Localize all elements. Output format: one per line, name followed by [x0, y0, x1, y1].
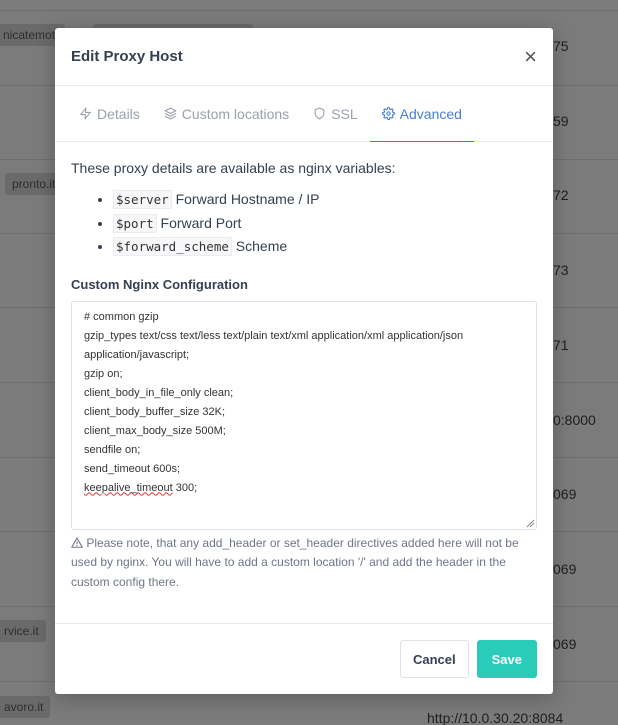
- config-line: sendfile on;: [84, 443, 141, 456]
- variable-code: $server: [113, 190, 172, 209]
- cancel-button[interactable]: Cancel: [399, 640, 469, 678]
- variable-desc: Scheme: [235, 238, 288, 254]
- table-row: [0, 10, 618, 11]
- domain-tag: pronto.it: [5, 173, 63, 195]
- config-line: # common gzip: [84, 310, 159, 323]
- config-line: client_body_buffer_size 32K;: [84, 405, 226, 418]
- tab-advanced[interactable]: Advanced: [369, 86, 474, 142]
- tab-label: SSL: [331, 105, 358, 122]
- edit-proxy-host-modal: Edit Proxy Host × Details Custom locatio…: [55, 28, 553, 694]
- tab-bar: Details Custom locations SSL Advanced: [55, 86, 553, 142]
- variable-desc: Forward Port: [160, 214, 242, 231]
- save-button[interactable]: Save: [476, 640, 537, 678]
- config-line: application/javascript;: [84, 348, 190, 361]
- warning-icon: [71, 536, 83, 548]
- variable-code: $forward_scheme: [113, 237, 232, 256]
- note-text: Please note, that any add_header or set_…: [71, 535, 519, 589]
- tab-label: Details: [97, 105, 140, 122]
- layers-icon: [164, 107, 177, 120]
- config-line: gzip_types text/css text/less text/plain…: [84, 329, 464, 342]
- variable-code: $port: [113, 213, 157, 233]
- destination-value: http://10.0.30.20:8084: [427, 710, 564, 725]
- variables-list: $server Forward Hostname / IP $port Forw…: [71, 188, 537, 259]
- tab-label: Advanced: [399, 105, 462, 122]
- modal-header: Edit Proxy Host ×: [55, 28, 553, 86]
- close-icon[interactable]: ×: [524, 45, 537, 68]
- list-item: $forward_scheme Scheme: [113, 235, 537, 259]
- destination-value: 73: [553, 262, 569, 278]
- destination-value: 59: [553, 113, 569, 129]
- config-value: 300;: [172, 481, 198, 494]
- destination-value: 72: [553, 187, 569, 203]
- header-warning-note: Please note, that any add_header or set_…: [71, 534, 537, 593]
- variable-desc: Forward Hostname / IP: [175, 191, 320, 207]
- config-label: Custom Nginx Configuration: [71, 276, 248, 292]
- tab-custom-locations[interactable]: Custom locations: [152, 86, 301, 142]
- gear-icon: [381, 107, 395, 120]
- config-line: client_max_body_size 500M;: [84, 424, 226, 437]
- destination-value: 069: [553, 486, 577, 502]
- resize-handle-icon[interactable]: [526, 519, 535, 528]
- config-line: gzip on;: [84, 367, 123, 380]
- shield-icon: [314, 107, 325, 120]
- variables-intro: These proxy details are available as ngi…: [71, 160, 396, 176]
- destination-value: 069: [553, 561, 577, 577]
- config-key: keepalive_timeout: [84, 481, 173, 494]
- tab-ssl[interactable]: SSL: [301, 86, 369, 142]
- destination-value: 069: [553, 636, 577, 652]
- domain-tag: avoro.it: [0, 696, 51, 718]
- modal-footer: Cancel Save: [55, 623, 553, 694]
- bolt-icon: [80, 107, 91, 120]
- tab-details[interactable]: Details: [67, 86, 152, 142]
- nginx-config-textarea[interactable]: # common gzip gzip_types text/css text/l…: [71, 300, 537, 530]
- config-line: keepalive_timeout 300;: [84, 479, 524, 498]
- config-line: send_timeout 600s;: [84, 462, 181, 475]
- domain-tag: rvice.it: [0, 620, 46, 642]
- list-item: $port Forward Port: [113, 212, 537, 236]
- list-item: $server Forward Hostname / IP: [113, 188, 537, 212]
- config-line: client_body_in_file_only clean;: [84, 386, 234, 399]
- modal-title: Edit Proxy Host: [71, 48, 183, 65]
- destination-value: 75: [553, 38, 569, 54]
- destination-value: 0:8000: [553, 412, 596, 428]
- modal-body: These proxy details are available as ngi…: [55, 142, 553, 592]
- destination-value: 71: [553, 337, 569, 353]
- tab-label: Custom locations: [181, 105, 290, 122]
